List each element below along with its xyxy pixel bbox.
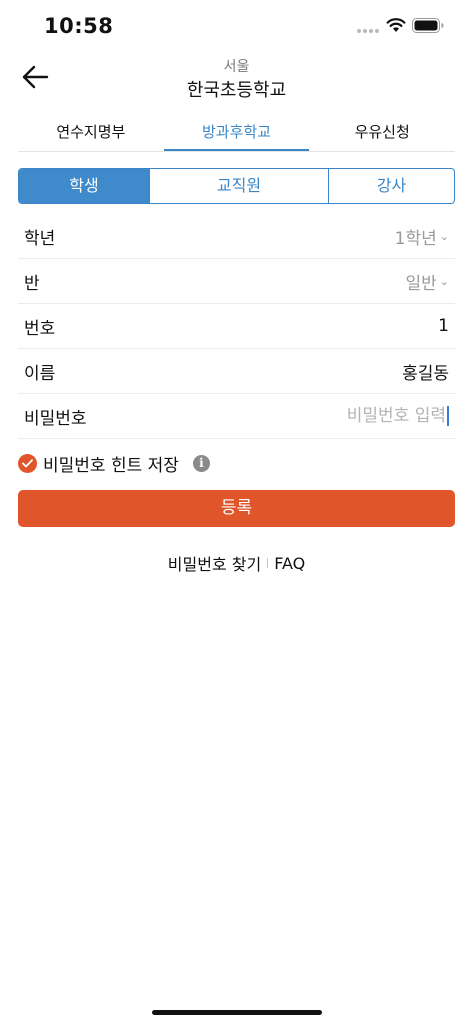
class-row: 반 일반 ⌄ xyxy=(18,259,455,304)
region-label: 서울 xyxy=(223,59,250,75)
cellular-signal-icon xyxy=(357,29,381,34)
password-row: 비밀번호 xyxy=(18,394,455,439)
top-tab-bar: 연수지명부 방과후학교 우유신청 xyxy=(18,114,455,152)
register-button[interactable]: 등록 xyxy=(18,490,455,527)
password-label: 비밀번호 xyxy=(24,408,87,429)
status-time: 10:58 xyxy=(44,14,114,38)
grade-label: 학년 xyxy=(24,228,56,249)
name-row: 이름 홍길동 xyxy=(18,349,455,394)
grade-value: 1학년 xyxy=(394,228,437,249)
school-title: 한국초등학교 xyxy=(186,80,287,101)
home-indicator xyxy=(152,1010,322,1015)
bottom-links: 비밀번호 찾기 FAQ xyxy=(0,551,473,575)
number-label: 번호 xyxy=(24,318,56,339)
battery-icon xyxy=(412,18,444,33)
user-type-segmented-control: 학생 교직원 강사 xyxy=(18,168,455,204)
name-field[interactable]: 홍길동 xyxy=(402,359,449,384)
tab-milk-request[interactable]: 우유신청 xyxy=(309,114,455,151)
tab-after-school[interactable]: 방과후학교 xyxy=(163,114,310,151)
password-hint-checkbox[interactable] xyxy=(18,453,37,473)
text-cursor xyxy=(447,406,449,426)
class-select[interactable]: 일반 ⌄ xyxy=(406,269,450,294)
number-row: 번호 1 xyxy=(18,304,455,349)
faq-link[interactable]: FAQ xyxy=(274,554,305,573)
status-bar: 10:58 xyxy=(0,0,473,52)
segment-student[interactable]: 학생 xyxy=(19,169,149,203)
chevron-down-icon: ⌄ xyxy=(439,274,449,288)
class-label: 반 xyxy=(24,273,40,294)
segment-staff[interactable]: 교직원 xyxy=(149,169,328,203)
checkmark-icon xyxy=(22,458,33,467)
class-value: 일반 xyxy=(405,273,437,294)
password-input[interactable] xyxy=(246,406,446,426)
grade-select[interactable]: 1학년 ⌄ xyxy=(395,224,449,249)
info-icon[interactable]: i xyxy=(192,454,210,472)
grade-row: 학년 1학년 ⌄ xyxy=(18,214,455,259)
number-field[interactable]: 1 xyxy=(438,316,449,336)
find-password-link[interactable]: 비밀번호 찾기 xyxy=(168,551,261,575)
password-hint-label: 비밀번호 힌트 저장 xyxy=(43,455,179,476)
link-divider xyxy=(267,558,269,568)
wifi-icon xyxy=(386,18,406,32)
tab-training-roster[interactable]: 연수지명부 xyxy=(18,114,164,151)
registration-form: 학년 1학년 ⌄ 반 일반 ⌄ 번호 1 이름 홍길동 비밀번호 xyxy=(18,214,455,439)
password-hint-option: 비밀번호 힌트 저장 i xyxy=(18,452,210,476)
segment-instructor[interactable]: 강사 xyxy=(328,169,454,203)
chevron-down-icon: ⌄ xyxy=(439,229,449,243)
name-label: 이름 xyxy=(24,363,56,384)
